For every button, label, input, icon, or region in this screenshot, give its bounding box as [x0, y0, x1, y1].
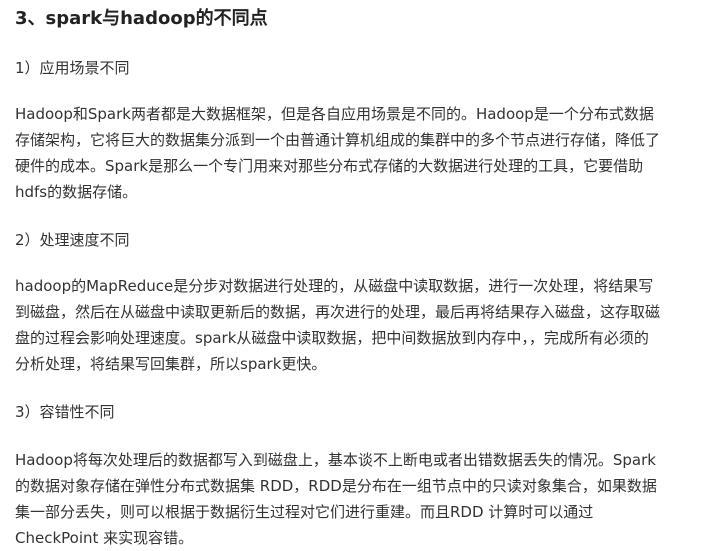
paragraph-line: Hadoop将每次处理后的数据都写入到磁盘上，基本谈不上断电或者出错数据丢失的情…: [15, 451, 656, 469]
paragraph-line: Hadoop和Spark两者都是大数据框架，但是各自应用场景是不同的。Hadoo…: [15, 105, 654, 123]
paragraph-line: hdfs的数据存储。: [15, 183, 138, 201]
paragraph-application-scenarios: Hadoop和Spark两者都是大数据框架，但是各自应用场景是不同的。Hadoo…: [15, 101, 715, 205]
paragraph-line: 集一部分丢失，则可以根据于数据衍生过程对它们进行重建。而且RDD 计算时可以通过: [15, 503, 594, 521]
paragraph-fault-tolerance: Hadoop将每次处理后的数据都写入到磁盘上，基本谈不上断电或者出错数据丢失的情…: [15, 447, 715, 551]
section-title: 3、spark与hadoop的不同点: [15, 8, 268, 29]
paragraph-line: 分析处理，将结果写回集群，所以spark更快。: [15, 355, 327, 373]
paragraph-line: 硬件的成本。Spark是那么一个专门用来对那些分布式存储的大数据进行处理的工具，…: [15, 157, 644, 175]
paragraph-line: CheckPoint 来实现容错。: [15, 529, 194, 547]
subheading-fault-tolerance: 3）容错性不同: [15, 403, 115, 421]
subheading-processing-speed: 2）处理速度不同: [15, 231, 130, 249]
subheading-application-scenarios: 1）应用场景不同: [15, 59, 130, 77]
paragraph-line: 盘的过程会影响处理速度。spark从磁盘中读取数据，把中间数据放到内存中，，完成…: [15, 329, 649, 347]
paragraph-processing-speed: hadoop的MapReduce是分步对数据进行处理的，从磁盘中读取数据，进行一…: [15, 273, 715, 377]
paragraph-line: hadoop的MapReduce是分步对数据进行处理的，从磁盘中读取数据，进行一…: [15, 277, 654, 295]
paragraph-line: 到磁盘，然后在从磁盘中读取更新后的数据，再次进行的处理，最后再将结果存入磁盘，这…: [15, 303, 661, 321]
paragraph-line: 存储架构，它将巨大的数据集分派到一个由普通计算机组成的集群中的多个节点进行存储，…: [15, 131, 661, 149]
paragraph-line: 的数据对象存储在弹性分布式数据集 RDD，RDD是分布在一组节点中的只读对象集合…: [15, 477, 657, 495]
